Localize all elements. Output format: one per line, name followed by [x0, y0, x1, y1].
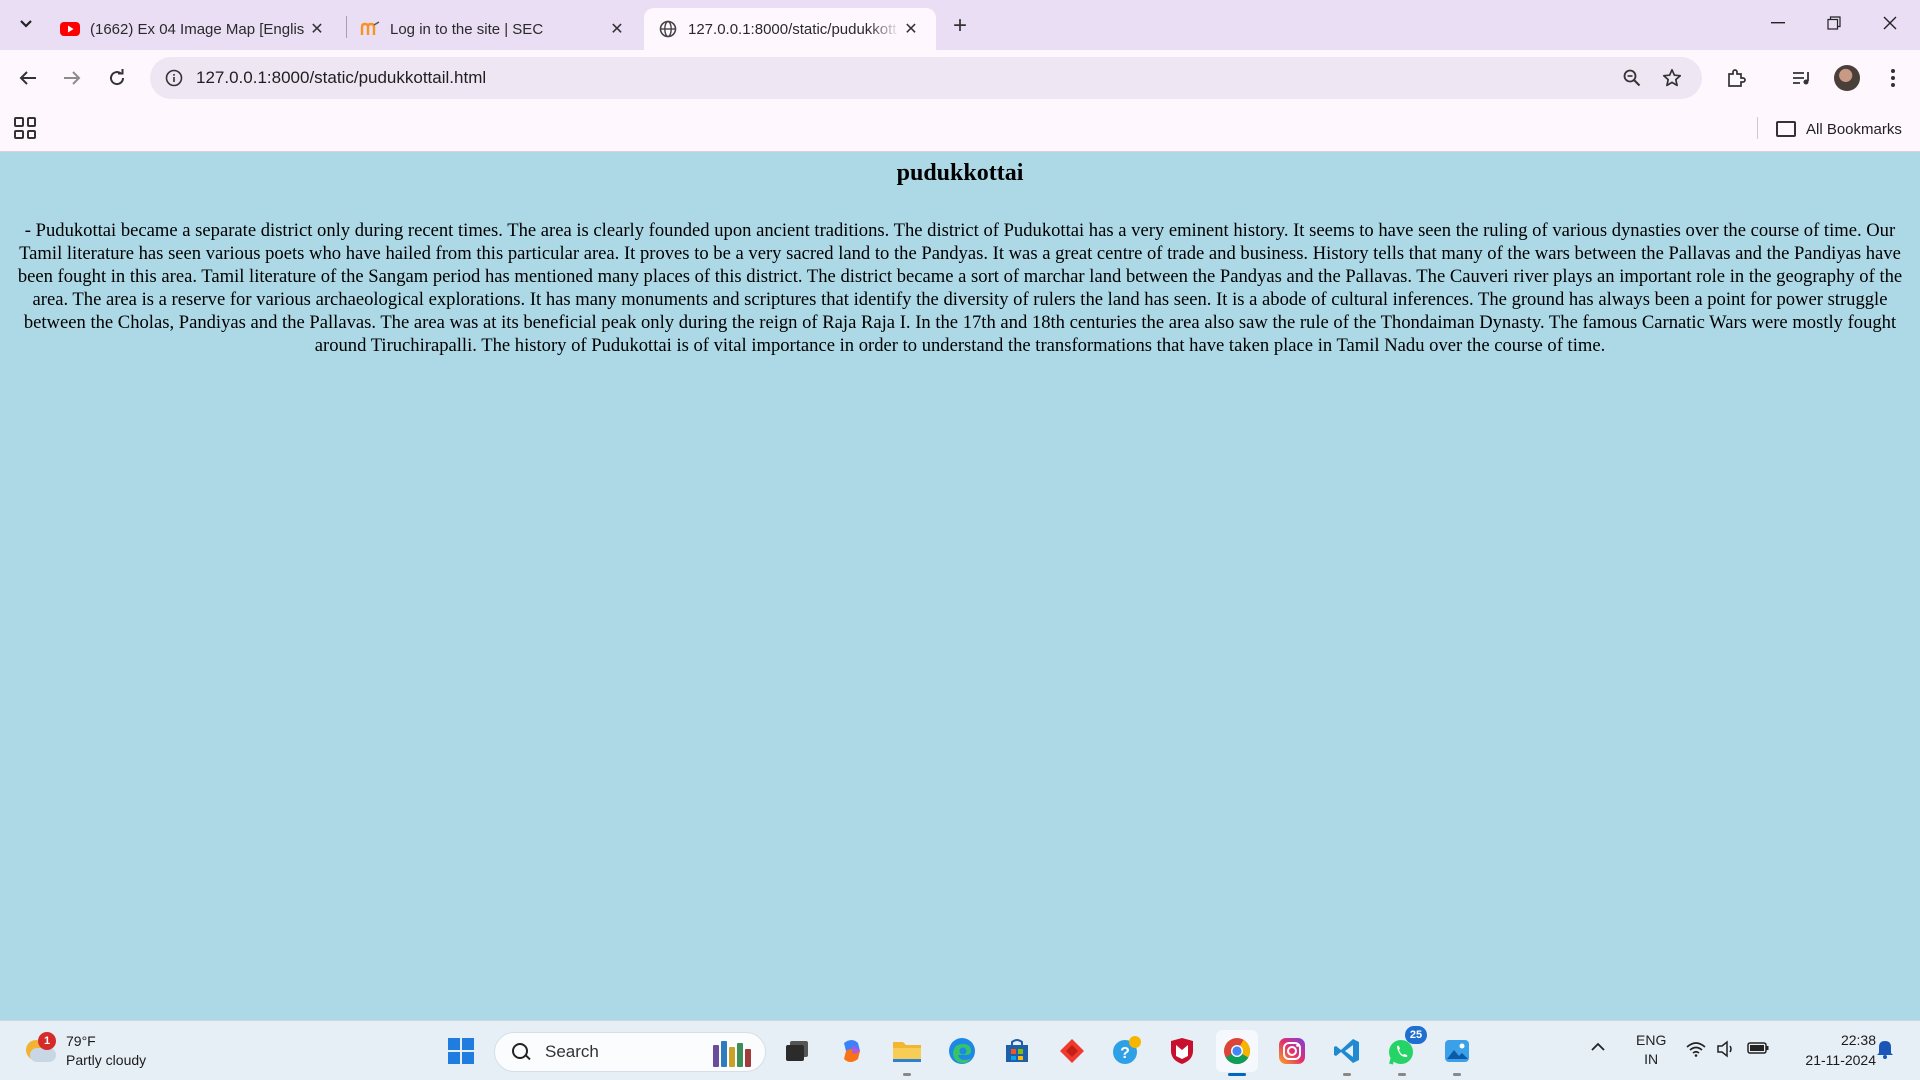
more-menu-icon[interactable]: [1877, 62, 1909, 94]
anydesk-icon[interactable]: [1051, 1030, 1093, 1072]
page-heading: pudukkottai: [896, 160, 1024, 186]
reload-icon[interactable]: [101, 62, 133, 94]
close-tab-icon[interactable]: ✕: [900, 18, 922, 40]
tab-sec-login[interactable]: Log in to the site | SEC ✕: [346, 8, 642, 50]
task-view-icon[interactable]: [776, 1030, 818, 1072]
search-icon: [511, 1042, 531, 1062]
mcafee-icon[interactable]: [1161, 1030, 1203, 1072]
language-code: ENG: [1636, 1032, 1667, 1048]
apps-grid-icon[interactable]: [14, 117, 36, 139]
site-info-icon[interactable]: [162, 66, 186, 90]
windows-start-icon[interactable]: [440, 1030, 482, 1072]
url-text[interactable]: 127.0.0.1:8000/static/pudukkottail.html: [196, 68, 486, 88]
all-bookmarks-label: All Bookmarks: [1806, 120, 1902, 138]
tab-strip: (1662) Ex 04 Image Map [Englis ✕ Log in …: [0, 0, 1920, 50]
weather-badge: 1: [38, 1032, 56, 1050]
close-tab-icon[interactable]: ✕: [306, 18, 328, 40]
youtube-icon: [60, 19, 80, 39]
bookmarks-separator: [1757, 117, 1758, 139]
photos-app-icon[interactable]: [1436, 1030, 1478, 1076]
forward-arrow-icon[interactable]: [56, 62, 88, 94]
tab-active-local[interactable]: 127.0.0.1:8000/static/pudukkott ✕: [644, 8, 936, 50]
language-indicator[interactable]: ENG IN: [1636, 1031, 1666, 1069]
partly-cloudy-icon: 1: [22, 1032, 56, 1068]
browser-toolbar: 127.0.0.1:8000/static/pudukkottail.html: [0, 50, 1920, 106]
tab-title: 127.0.0.1:8000/static/pudukkott: [688, 20, 897, 38]
svg-text:?: ?: [1120, 1045, 1130, 1062]
page-paragraph: - Pudukottai became a separate district …: [17, 220, 1903, 356]
address-bar[interactable]: 127.0.0.1:8000/static/pudukkottail.html: [150, 57, 1702, 99]
folder-icon: [1776, 121, 1796, 137]
copilot-icon[interactable]: [831, 1030, 873, 1072]
profile-avatar[interactable]: [1831, 62, 1863, 94]
weather-condition: Partly cloudy: [66, 1052, 147, 1068]
volume-icon[interactable]: [1716, 1040, 1736, 1061]
all-bookmarks-button[interactable]: All Bookmarks: [1776, 117, 1902, 141]
wifi-icon[interactable]: [1686, 1041, 1706, 1060]
minimize-icon[interactable]: [1750, 0, 1806, 46]
search-placeholder: Search: [545, 1042, 599, 1061]
bookmarks-bar: All Bookmarks: [0, 106, 1920, 152]
whatsapp-badge: 25: [1405, 1026, 1427, 1044]
edge-browser-icon[interactable]: [941, 1030, 983, 1072]
back-arrow-icon[interactable]: [12, 62, 44, 94]
tab-youtube[interactable]: (1662) Ex 04 Image Map [Englis ✕: [46, 8, 342, 50]
weather-widget[interactable]: 1 79°F Partly cloudy: [22, 1029, 146, 1073]
vscode-icon[interactable]: [1326, 1030, 1368, 1076]
page-content: pudukkottai - Pudukottai became a separa…: [0, 152, 1920, 1020]
language-region: IN: [1644, 1051, 1659, 1067]
get-help-icon[interactable]: ?: [1106, 1030, 1148, 1072]
bookmark-star-icon[interactable]: [1660, 66, 1684, 90]
show-hidden-icons-chevron[interactable]: [1590, 1039, 1606, 1055]
new-tab-button[interactable]: +: [944, 10, 976, 42]
battery-icon[interactable]: [1747, 1041, 1769, 1058]
clock-time: 22:38: [1840, 1032, 1876, 1048]
tab-title: (1662) Ex 04 Image Map [Englis: [90, 20, 305, 38]
weather-temp: 79°F: [66, 1033, 96, 1049]
taskbar-clock[interactable]: 22:38 21-11-2024: [1780, 1030, 1876, 1070]
globe-icon: [658, 19, 678, 39]
tab-search-chevron-icon[interactable]: [10, 8, 42, 40]
restore-icon[interactable]: [1806, 0, 1862, 46]
close-tab-icon[interactable]: ✕: [606, 18, 628, 40]
media-controls-icon[interactable]: [1786, 62, 1818, 94]
windows-taskbar: 1 79°F Partly cloudy Search ? 25 ENG IN …: [0, 1020, 1920, 1080]
notification-bell-icon[interactable]: [1876, 1039, 1894, 1062]
microsoft-store-icon[interactable]: [996, 1030, 1038, 1072]
zoom-icon[interactable]: [1620, 66, 1644, 90]
extensions-puzzle-icon[interactable]: [1720, 62, 1752, 94]
whatsapp-icon[interactable]: 25: [1381, 1026, 1427, 1076]
close-window-icon[interactable]: [1862, 0, 1918, 46]
chrome-taskbar-icon[interactable]: [1216, 1030, 1258, 1076]
file-explorer-icon[interactable]: [886, 1030, 928, 1076]
tab-title: Log in to the site | SEC: [390, 20, 544, 38]
clock-date: 21-11-2024: [1805, 1052, 1876, 1068]
taskbar-search-box[interactable]: Search: [494, 1032, 766, 1072]
search-highlight-books-icon: [713, 1039, 753, 1067]
instagram-icon[interactable]: [1271, 1030, 1313, 1072]
moodle-icon: [360, 19, 380, 39]
